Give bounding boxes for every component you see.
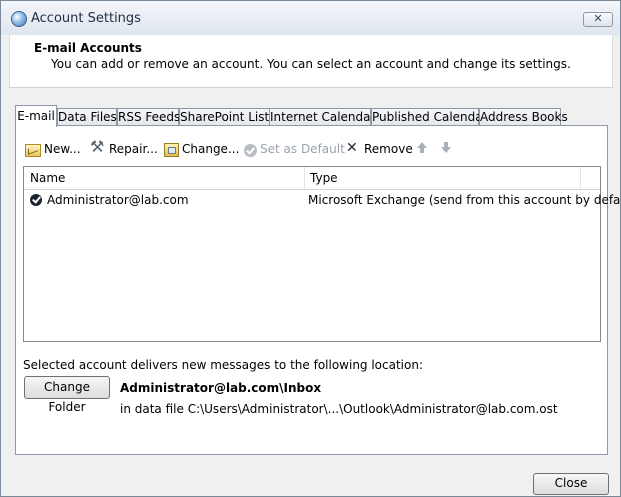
- change-button[interactable]: Change...: [164, 140, 239, 158]
- window-close-button[interactable]: ✕: [583, 12, 613, 27]
- accounts-list[interactable]: Name Type Administrator@lab.com Microsof…: [23, 166, 620, 342]
- check-circle-icon: [244, 144, 257, 157]
- tab-address-books[interactable]: Address Books: [479, 108, 568, 126]
- list-header: Name Type: [24, 167, 600, 190]
- tab-internet-calendars[interactable]: Internet Calendars: [269, 108, 382, 126]
- repair-label: Repair...: [109, 142, 158, 156]
- header-description: You can add or remove an account. You ca…: [51, 57, 571, 71]
- move-down-button[interactable]: [441, 142, 451, 154]
- delivery-data-file: in data file C:\Users\Administrator\...\…: [120, 402, 558, 416]
- tab-data-files[interactable]: Data Files: [57, 108, 117, 126]
- email-tab-panel: New... Repair... Change... Set as Defaul…: [15, 125, 620, 455]
- outlook-globe-icon: [11, 11, 27, 27]
- title-bar: Account Settings ✕: [1, 1, 620, 35]
- repair-button[interactable]: Repair...: [90, 138, 158, 158]
- close-button[interactable]: Close: [533, 473, 609, 495]
- change-icon: [164, 143, 179, 157]
- remove-button[interactable]: Remove: [345, 139, 413, 158]
- remove-label: Remove: [364, 142, 413, 156]
- tab-email[interactable]: E-mail: [15, 105, 57, 127]
- column-separator[interactable]: [580, 167, 581, 189]
- new-account-button[interactable]: New...: [25, 140, 81, 158]
- move-up-button[interactable]: [417, 142, 427, 154]
- new-mail-icon: [25, 144, 41, 157]
- arrow-down-icon: [441, 142, 451, 153]
- default-account-check-icon: [30, 194, 42, 206]
- repair-tools-icon: [90, 138, 106, 157]
- new-account-label: New...: [44, 142, 81, 156]
- delivery-inbox-path: Administrator@lab.com\Inbox: [120, 381, 322, 395]
- arrow-up-icon: [417, 142, 427, 153]
- tab-strip: E-mail Data Files RSS Feeds SharePoint L…: [15, 105, 615, 127]
- account-settings-window: Account Settings ✕ E-mail Accounts You c…: [0, 0, 621, 497]
- table-row[interactable]: Administrator@lab.com Microsoft Exchange…: [24, 190, 620, 210]
- set-as-default-button[interactable]: Set as Default: [244, 140, 345, 158]
- header-title: E-mail Accounts: [34, 41, 142, 55]
- column-header-name[interactable]: Name: [24, 167, 304, 189]
- tab-rss-feeds[interactable]: RSS Feeds: [117, 108, 180, 126]
- remove-x-icon: [345, 139, 361, 157]
- header-divider: [9, 87, 613, 88]
- change-label: Change...: [182, 142, 240, 156]
- change-folder-button[interactable]: Change Folder: [24, 376, 110, 414]
- tab-published-calendars[interactable]: Published Calendars: [371, 108, 494, 126]
- column-header-type[interactable]: Type: [304, 167, 580, 189]
- account-name: Administrator@lab.com: [47, 193, 189, 207]
- window-title: Account Settings: [31, 11, 141, 26]
- set-as-default-label: Set as Default: [260, 142, 345, 156]
- delivery-caption: Selected account delivers new messages t…: [23, 358, 424, 372]
- tab-sharepoint-lists[interactable]: SharePoint Lists: [179, 108, 275, 126]
- header-panel: E-mail Accounts You can add or remove an…: [9, 35, 613, 87]
- account-type: Microsoft Exchange (send from this accou…: [308, 193, 621, 207]
